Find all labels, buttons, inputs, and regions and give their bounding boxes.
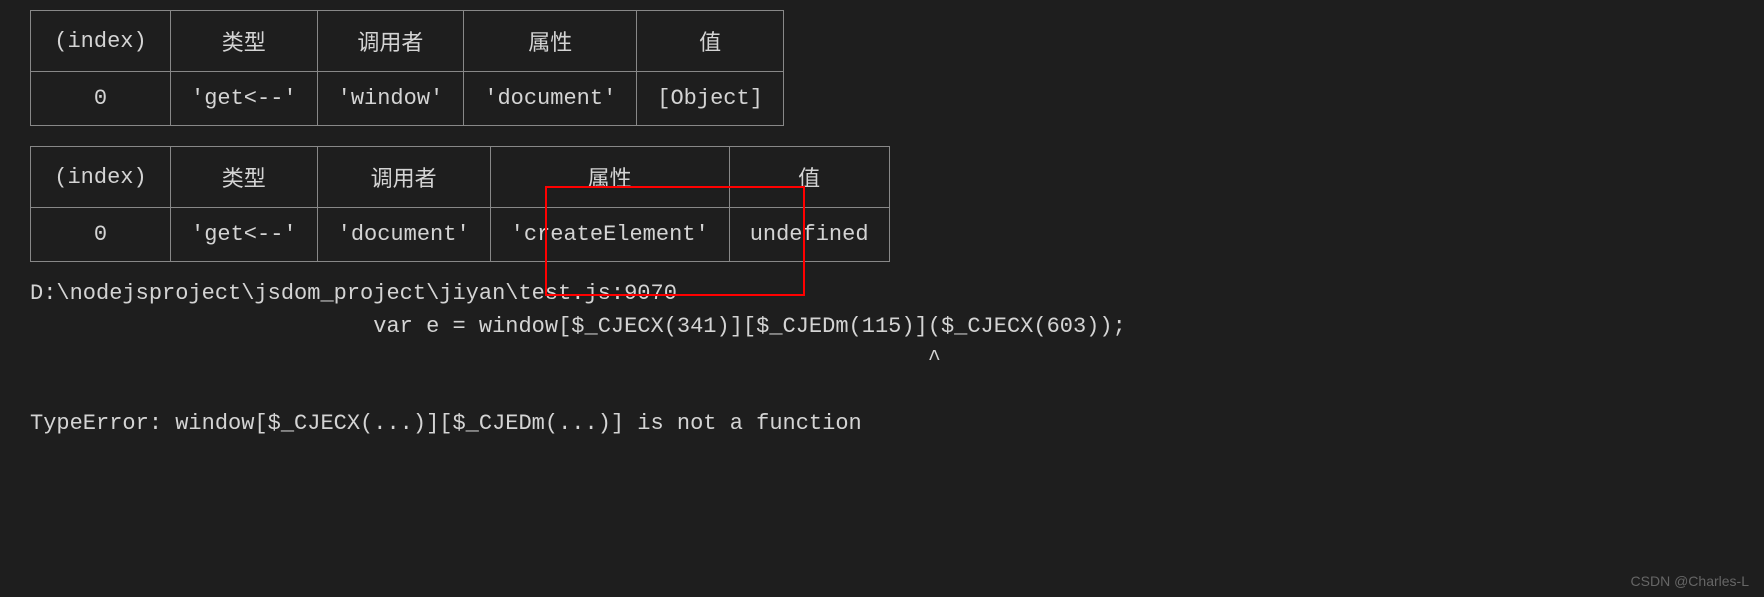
header-value: 值 xyxy=(637,11,784,72)
cell-caller: 'window' xyxy=(317,72,464,126)
header-caller: 调用者 xyxy=(317,147,490,208)
cell-index: 0 xyxy=(31,72,171,126)
table-row: 0 'get<--' 'window' 'document' [Object] xyxy=(31,72,784,126)
cell-caller: 'document' xyxy=(317,208,490,262)
error-code-line: var e = window[$_CJECX(341)][$_CJEDm(115… xyxy=(30,310,1764,343)
table2-wrapper: (index) 类型 调用者 属性 值 0 'get<--' 'document… xyxy=(0,146,1764,262)
header-type: 类型 xyxy=(171,147,318,208)
error-caret: ^ xyxy=(30,343,1764,376)
header-caller: 调用者 xyxy=(317,11,464,72)
header-index: (index) xyxy=(31,11,171,72)
error-message: TypeError: window[$_CJECX(...)][$_CJEDm(… xyxy=(30,411,1764,436)
highlight-annotation xyxy=(545,186,805,296)
header-attr: 属性 xyxy=(464,11,637,72)
header-type: 类型 xyxy=(171,11,318,72)
cell-type: 'get<--' xyxy=(171,208,318,262)
cell-type: 'get<--' xyxy=(171,72,318,126)
cell-index: 0 xyxy=(31,208,171,262)
console-table-1: (index) 类型 调用者 属性 值 0 'get<--' 'window' … xyxy=(30,10,784,126)
error-path: D:\nodejsproject\jsdom_project\jiyan\tes… xyxy=(30,277,1764,310)
cell-attr: 'document' xyxy=(464,72,637,126)
header-index: (index) xyxy=(31,147,171,208)
cell-value: [Object] xyxy=(637,72,784,126)
table-header-row: (index) 类型 调用者 属性 值 xyxy=(31,11,784,72)
